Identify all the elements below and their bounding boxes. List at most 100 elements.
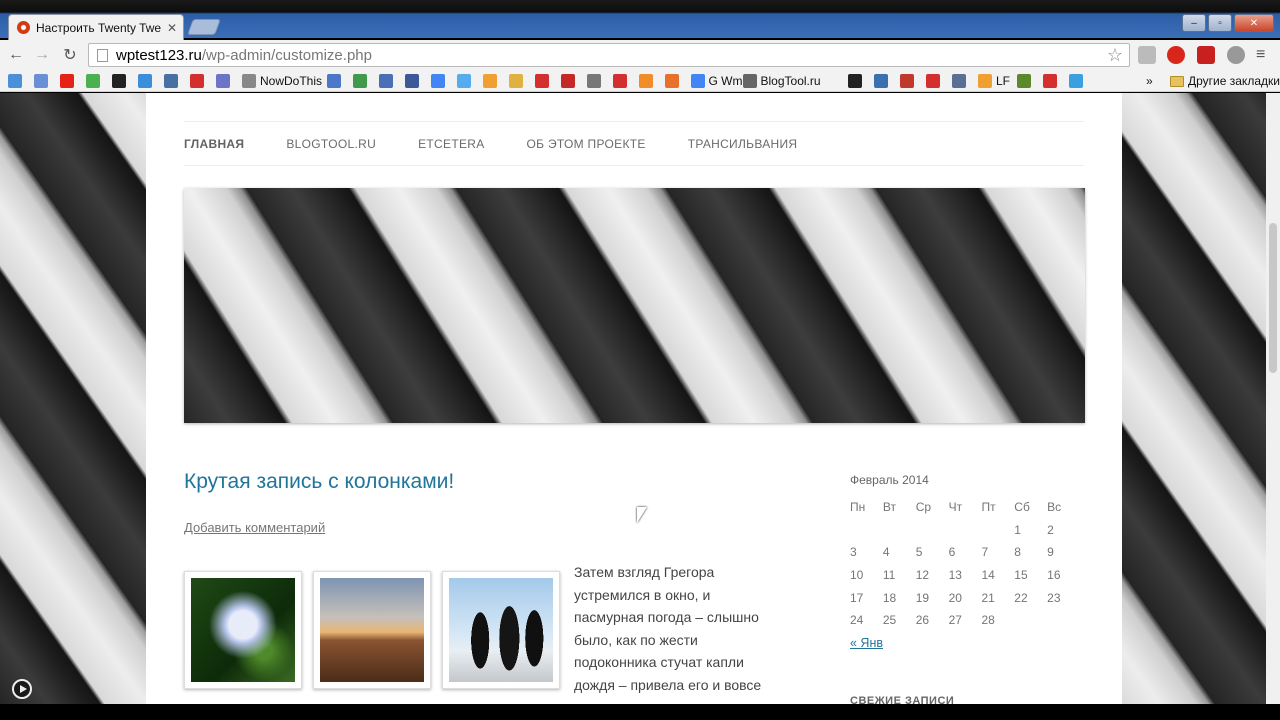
page-scrollbar[interactable] <box>1266 93 1280 704</box>
new-tab-button[interactable] <box>187 19 221 35</box>
header-image <box>184 188 1085 423</box>
bookmark-item[interactable] <box>508 73 523 89</box>
nav-item-blogtool[interactable]: BLOGTOOL.RU <box>286 137 376 151</box>
play-icon[interactable] <box>12 679 32 699</box>
calendar-widget: Февраль 2014 Пн Вт Ср Чт Пт Сб Вс 1 2 3 4 5 6 7 8 9 10 1… <box>850 473 1080 650</box>
bookmark-item[interactable] <box>326 73 341 89</box>
bookmark-favicon-icon <box>60 74 74 88</box>
bookmark-item[interactable]: BlogTool.ru <box>742 73 821 89</box>
bookmark-item[interactable] <box>138 73 152 89</box>
bookmark-favicon-icon <box>1043 74 1057 88</box>
bookmark-item[interactable] <box>216 73 230 89</box>
bookmark-star-icon[interactable]: ☆ <box>1107 45 1123 66</box>
minimize-button[interactable]: ‒ <box>1182 14 1206 32</box>
calendar-day: 8 <box>1014 545 1021 560</box>
bookmark-item[interactable]: G Wm <box>690 73 743 89</box>
bookmarks-bar: NowDoThis G Wm BlogTool.ru LF » Другие заклад… <box>0 70 1280 92</box>
calendar-day: 5 <box>915 545 923 560</box>
bookmark-item[interactable] <box>1043 73 1057 89</box>
bookmark-item[interactable]: LF <box>978 73 1010 89</box>
bookmark-item[interactable] <box>164 73 178 89</box>
bookmark-item[interactable] <box>60 73 74 89</box>
bookmark-favicon-icon <box>586 74 601 88</box>
bookmark-item[interactable] <box>534 73 549 89</box>
bookmark-item[interactable] <box>1069 73 1083 89</box>
reload-button[interactable]: ↻ <box>60 45 80 65</box>
bookmark-favicon-icon <box>560 74 575 88</box>
other-bookmarks-label: Другие закладки <box>1188 74 1280 88</box>
nav-item-transylvania[interactable]: ТРАНСИЛЬВАНИЯ <box>688 137 798 151</box>
bookmark-item[interactable] <box>112 73 126 89</box>
penguins-image <box>449 578 553 682</box>
red-extension-icon[interactable] <box>1197 46 1215 64</box>
address-bar[interactable]: wptest123.ru/wp-admin/customize.php ☆ <box>88 43 1130 67</box>
calendar-day: 13 <box>948 568 962 583</box>
calendar-weekday: Сб <box>1014 500 1030 515</box>
calendar-day: 15 <box>1014 568 1028 583</box>
gallery-thumbnail[interactable] <box>442 571 560 689</box>
calendar-week: 24 25 26 27 28 <box>850 609 1080 632</box>
nav-item-etcetera[interactable]: ETCETERA <box>418 137 484 151</box>
back-button[interactable]: ← <box>6 45 26 65</box>
bookmark-item[interactable] <box>926 73 940 89</box>
bookmark-item[interactable] <box>900 73 914 89</box>
post-title[interactable]: Крутая запись с колонками! <box>184 470 454 494</box>
calendar-prev-link[interactable]: « Янв <box>850 636 1080 650</box>
gallery-thumbnail[interactable] <box>184 571 302 689</box>
opera-favicon-icon <box>17 21 30 34</box>
scroll-thumb[interactable] <box>1269 223 1277 373</box>
bookmark-item[interactable] <box>1017 73 1031 89</box>
bookmark-favicon-icon <box>216 74 230 88</box>
bookmark-item[interactable] <box>560 73 575 89</box>
opera-extension-icon[interactable] <box>1167 46 1185 64</box>
menu-icon[interactable]: ≡ <box>1256 46 1274 64</box>
bookmark-item[interactable] <box>404 73 419 89</box>
bookmark-item[interactable] <box>482 73 497 89</box>
nav-item-home[interactable]: ГЛАВНАЯ <box>184 137 244 151</box>
bookmark-item[interactable] <box>190 73 204 89</box>
bookmark-item[interactable] <box>664 73 679 89</box>
bookmark-item[interactable] <box>352 73 367 89</box>
bookmark-label: G Wm <box>708 74 743 88</box>
other-bookmarks-folder[interactable]: Другие закладки <box>1170 73 1280 89</box>
bookmark-item[interactable] <box>874 73 888 89</box>
bookmark-item[interactable] <box>378 73 393 89</box>
calendar-weekday: Пн <box>850 500 866 515</box>
bookmark-item[interactable] <box>86 73 100 89</box>
close-window-button[interactable]: ✕ <box>1234 14 1274 32</box>
bookmark-item[interactable] <box>848 73 862 89</box>
bookmark-favicon-icon <box>8 74 22 88</box>
calendar-week: 10 11 12 13 14 15 16 <box>850 564 1080 587</box>
bookmark-item[interactable] <box>34 73 48 89</box>
maximize-button[interactable]: ▫ <box>1208 14 1232 32</box>
bookmark-favicon-icon <box>900 74 914 88</box>
mail-extension-icon[interactable] <box>1138 46 1156 64</box>
add-comment-link[interactable]: Добавить комментарий <box>184 520 325 535</box>
forward-button[interactable]: → <box>32 45 52 65</box>
bookmark-item[interactable] <box>8 73 22 89</box>
bookmark-favicon-icon <box>926 74 940 88</box>
tab-close-icon[interactable]: ✕ <box>167 21 177 35</box>
calendar-day: 10 <box>850 568 864 583</box>
bookmark-item[interactable] <box>952 73 966 89</box>
calendar-week: 12 <box>850 519 1080 542</box>
bookmark-favicon-icon <box>112 74 126 88</box>
calendar-day: 3 <box>850 545 857 560</box>
bookmark-item[interactable] <box>612 73 627 89</box>
bookmark-item[interactable] <box>638 73 653 89</box>
gallery-thumbnail[interactable] <box>313 571 431 689</box>
balloon-extension-icon[interactable] <box>1227 46 1245 64</box>
bookmark-item[interactable] <box>456 73 471 89</box>
calendar-day: 27 <box>948 613 962 628</box>
bookmark-item[interactable]: NowDoThis <box>242 73 322 89</box>
bookmark-favicon-icon <box>534 74 549 88</box>
bookmark-favicon-icon <box>242 74 256 88</box>
nav-item-about[interactable]: ОБ ЭТОМ ПРОЕКТЕ <box>527 137 646 151</box>
browser-tab[interactable]: Настроить Twenty Twelve ✕ <box>8 14 184 40</box>
bookmark-item[interactable] <box>586 73 601 89</box>
calendar-day: 25 <box>882 613 897 628</box>
bookmark-item[interactable] <box>430 73 445 89</box>
bookmark-favicon-icon <box>742 74 757 88</box>
bookmarks-overflow-button[interactable]: » <box>1146 73 1153 89</box>
calendar-weekdays: Пн Вт Ср Чт Пт Сб Вс <box>850 496 1080 519</box>
